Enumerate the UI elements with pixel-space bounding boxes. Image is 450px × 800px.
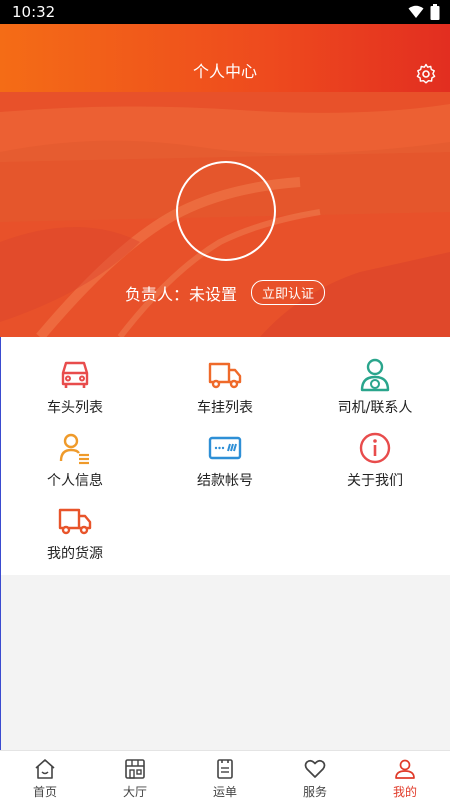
truck-front-icon	[61, 361, 89, 388]
menu-item-trailer-list[interactable]: 车挂列表	[150, 345, 300, 417]
menu-item-about-us[interactable]: 关于我们	[300, 418, 450, 490]
user-icon	[395, 759, 415, 779]
driver-icon	[360, 358, 390, 392]
tab-service[interactable]: 服务	[270, 751, 360, 800]
menu-item-label: 个人信息	[47, 473, 103, 489]
menu-grid: 车头列表 车挂列表 司机/联系人 个人信息 结款帐号 关于我们 我的货源	[0, 337, 450, 575]
tab-label: 服务	[302, 785, 327, 799]
owner-label: 负责人：未设置	[124, 284, 237, 304]
gear-icon[interactable]	[414, 62, 438, 86]
menu-item-label: 我的货源	[47, 546, 103, 562]
tab-label: 我的	[392, 785, 417, 799]
info-icon	[359, 432, 391, 464]
waybill-icon	[217, 759, 233, 779]
person-info-icon	[59, 433, 89, 465]
tab-waybill[interactable]: 运单	[180, 751, 270, 800]
menu-item-payment-account[interactable]: 结款帐号	[150, 418, 300, 490]
menu-item-label: 车头列表	[47, 400, 103, 416]
card-icon	[208, 436, 242, 460]
tab-hall[interactable]: 大厅	[90, 751, 180, 800]
menu-item-label: 关于我们	[347, 473, 403, 489]
verify-button[interactable]: 立即认证	[251, 280, 326, 305]
status-time: 10:32	[12, 3, 56, 21]
profile-header: 个人中心 负责人：未设置 立即认证	[0, 24, 450, 337]
home-icon	[35, 759, 55, 779]
menu-item-truck-head-list[interactable]: 车头列表	[0, 345, 150, 417]
cargo-truck-icon	[58, 508, 92, 535]
menu-item-personal-info[interactable]: 个人信息	[0, 418, 150, 490]
tab-label: 运单	[212, 785, 237, 799]
menu-item-label: 车挂列表	[197, 400, 253, 416]
menu-item-label: 司机/联系人	[337, 400, 413, 416]
edge-line	[0, 337, 1, 750]
tab-label: 首页	[32, 785, 57, 799]
menu-item-drivers[interactable]: 司机/联系人	[300, 345, 450, 417]
status-bar: 10:32	[0, 0, 450, 24]
wifi-icon	[408, 5, 424, 18]
page-title: 个人中心	[192, 62, 257, 81]
menu-item-my-cargo[interactable]: 我的货源	[0, 491, 150, 563]
tab-label: 大厅	[122, 785, 147, 799]
heart-icon	[304, 759, 326, 778]
battery-icon	[430, 4, 440, 20]
tab-mine[interactable]: 我的	[360, 751, 450, 800]
bottom-tab-bar: 首页 大厅 运单 服务 我的	[0, 750, 450, 800]
avatar[interactable]	[176, 161, 276, 261]
menu-item-label: 结款帐号	[197, 473, 253, 489]
truck-icon	[208, 362, 242, 389]
tab-home[interactable]: 首页	[0, 751, 90, 800]
hall-icon	[125, 759, 145, 779]
